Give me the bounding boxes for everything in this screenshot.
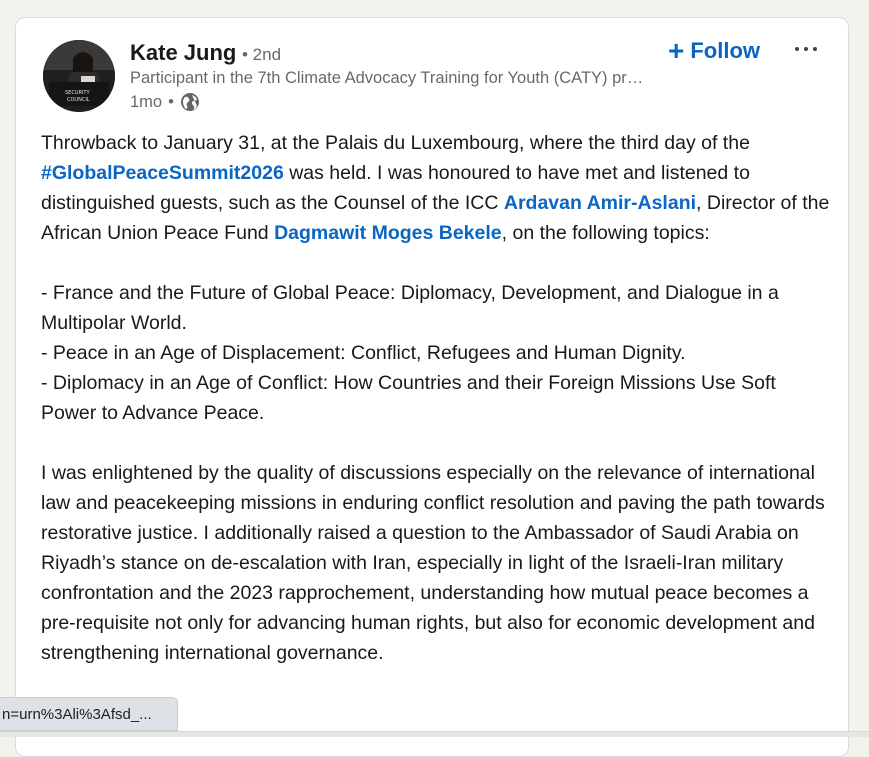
follow-button[interactable]: + Follow: [662, 34, 766, 68]
intro-text-1: Throwback to January 31, at the Palais d…: [41, 132, 750, 154]
bullet-item: - Diplomacy in an Age of Conflict: How C…: [41, 372, 776, 424]
meta-separator: •: [168, 92, 174, 111]
post-paragraph-reflection: I was enlightened by the quality of disc…: [41, 462, 825, 664]
more-options-icon-dot: [804, 47, 808, 51]
hashtag-link[interactable]: #GlobalPeaceSummit2026: [41, 162, 284, 184]
bullet-item: - France and the Future of Global Peace:…: [41, 282, 779, 334]
author-name[interactable]: Kate Jung: [130, 40, 236, 66]
mention-link[interactable]: Ardavan Amir-Aslani: [504, 192, 696, 214]
post-paragraph-intro: Throwback to January 31, at the Palais d…: [41, 128, 833, 248]
feed-post-card: SECURITY COUNCIL Kate Jung • 2nd Partici…: [15, 17, 849, 757]
author-avatar[interactable]: SECURITY COUNCIL: [43, 40, 115, 112]
mention-link[interactable]: Dagmawit Moges Bekele: [274, 222, 502, 244]
post-text: Throwback to January 31, at the Palais d…: [41, 128, 833, 668]
intro-text-4: , on the following topics:: [501, 222, 710, 244]
globe-icon: [180, 92, 200, 112]
bottom-divider: [0, 731, 869, 737]
avatar-photo: SECURITY COUNCIL: [43, 40, 115, 112]
connection-degree: • 2nd: [242, 45, 282, 64]
bullet-item: - Peace in an Age of Displacement: Confl…: [41, 342, 686, 364]
author-headline: Participant in the 7th Climate Advocacy …: [130, 69, 650, 87]
post-time: 1mo: [130, 92, 163, 111]
svg-text:SECURITY: SECURITY: [65, 90, 90, 96]
follow-label: Follow: [690, 38, 761, 63]
browser-status-url: n=urn%3Ali%3Afsd_...: [0, 697, 178, 731]
more-options-button[interactable]: [788, 34, 824, 64]
more-options-icon-dot: [813, 47, 817, 51]
svg-text:COUNCIL: COUNCIL: [67, 97, 90, 103]
plus-icon: +: [668, 35, 685, 66]
more-options-icon-dot: [795, 47, 799, 51]
post-meta: 1mo •: [130, 92, 200, 112]
